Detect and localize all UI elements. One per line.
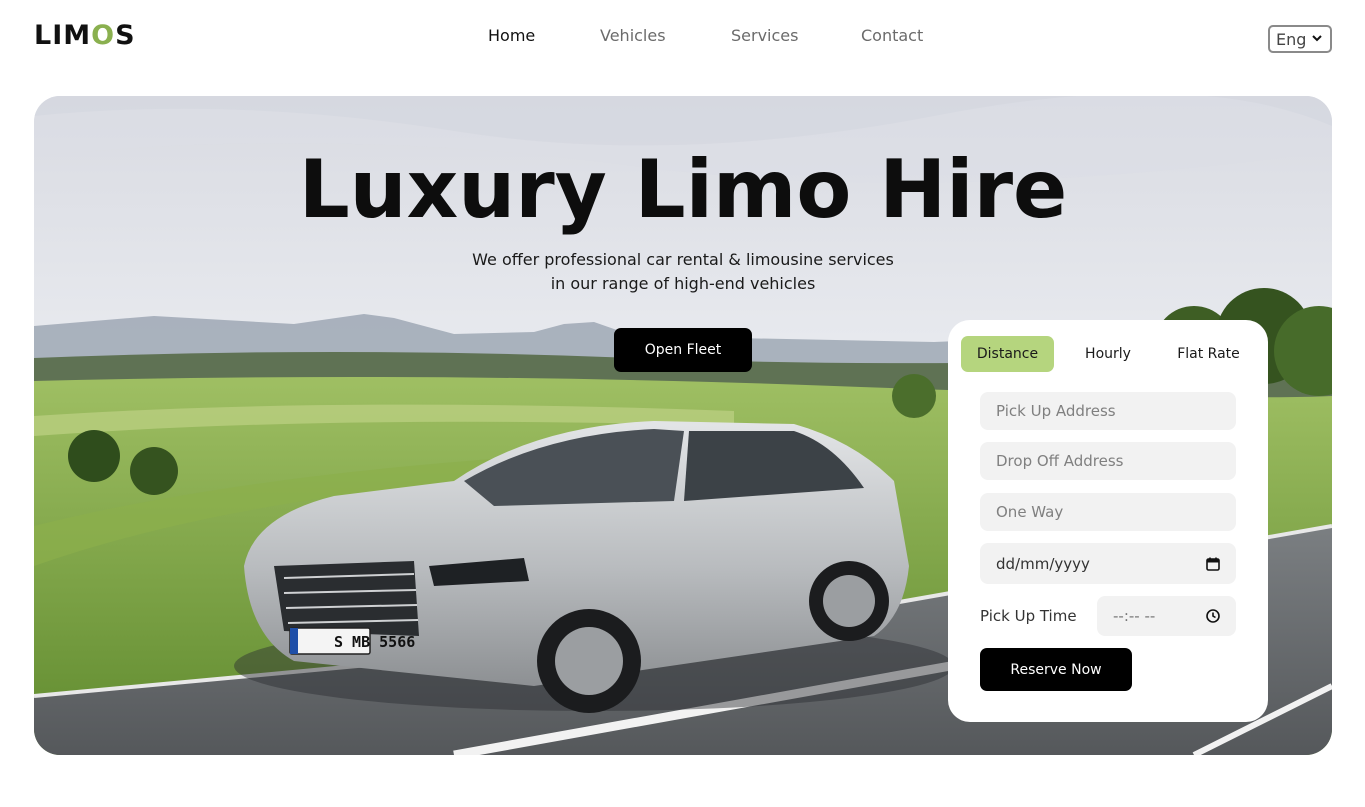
- nav-home[interactable]: Home: [488, 24, 535, 48]
- license-plate-text: S MB 5566: [334, 633, 415, 651]
- booking-form-card: Distance Hourly Flat Rate Pick Up Addres…: [948, 320, 1268, 722]
- open-fleet-button[interactable]: Open Fleet: [614, 328, 752, 372]
- trip-type-field[interactable]: One Way: [980, 493, 1236, 531]
- calendar-icon[interactable]: [1206, 557, 1220, 571]
- chevron-down-icon: [1312, 34, 1323, 45]
- pickup-address-field[interactable]: Pick Up Address: [980, 392, 1236, 430]
- tab-distance[interactable]: Distance: [961, 336, 1054, 372]
- pickup-date-field[interactable]: dd/mm/yyyy: [980, 543, 1236, 584]
- dropoff-address-field[interactable]: Drop Off Address: [980, 442, 1236, 480]
- clock-icon[interactable]: [1206, 609, 1220, 623]
- nav-services[interactable]: Services: [731, 24, 798, 48]
- pickup-date-value: dd/mm/yyyy: [996, 554, 1090, 573]
- language-select[interactable]: Eng: [1268, 25, 1332, 53]
- pickup-time-label: Pick Up Time: [980, 607, 1077, 625]
- pickup-time-field[interactable]: --:-- --: [1097, 596, 1236, 636]
- tab-flat-rate[interactable]: Flat Rate: [1168, 336, 1249, 372]
- language-value: Eng: [1276, 29, 1307, 49]
- hero-subtitle: We offer professional car rental & limou…: [34, 248, 1332, 296]
- hero-subtitle-line-1: We offer professional car rental & limou…: [472, 250, 894, 269]
- pickup-time-value: --:-- --: [1113, 607, 1156, 625]
- main-nav: Home Vehicles Services Contact: [0, 24, 1365, 48]
- reserve-now-button[interactable]: Reserve Now: [980, 648, 1132, 691]
- nav-contact[interactable]: Contact: [861, 24, 923, 48]
- nav-vehicles[interactable]: Vehicles: [600, 24, 666, 48]
- tab-hourly[interactable]: Hourly: [1070, 336, 1146, 372]
- hero-subtitle-line-2: in our range of high-end vehicles: [550, 274, 816, 293]
- hero-title: Luxury Limo Hire: [298, 143, 1068, 236]
